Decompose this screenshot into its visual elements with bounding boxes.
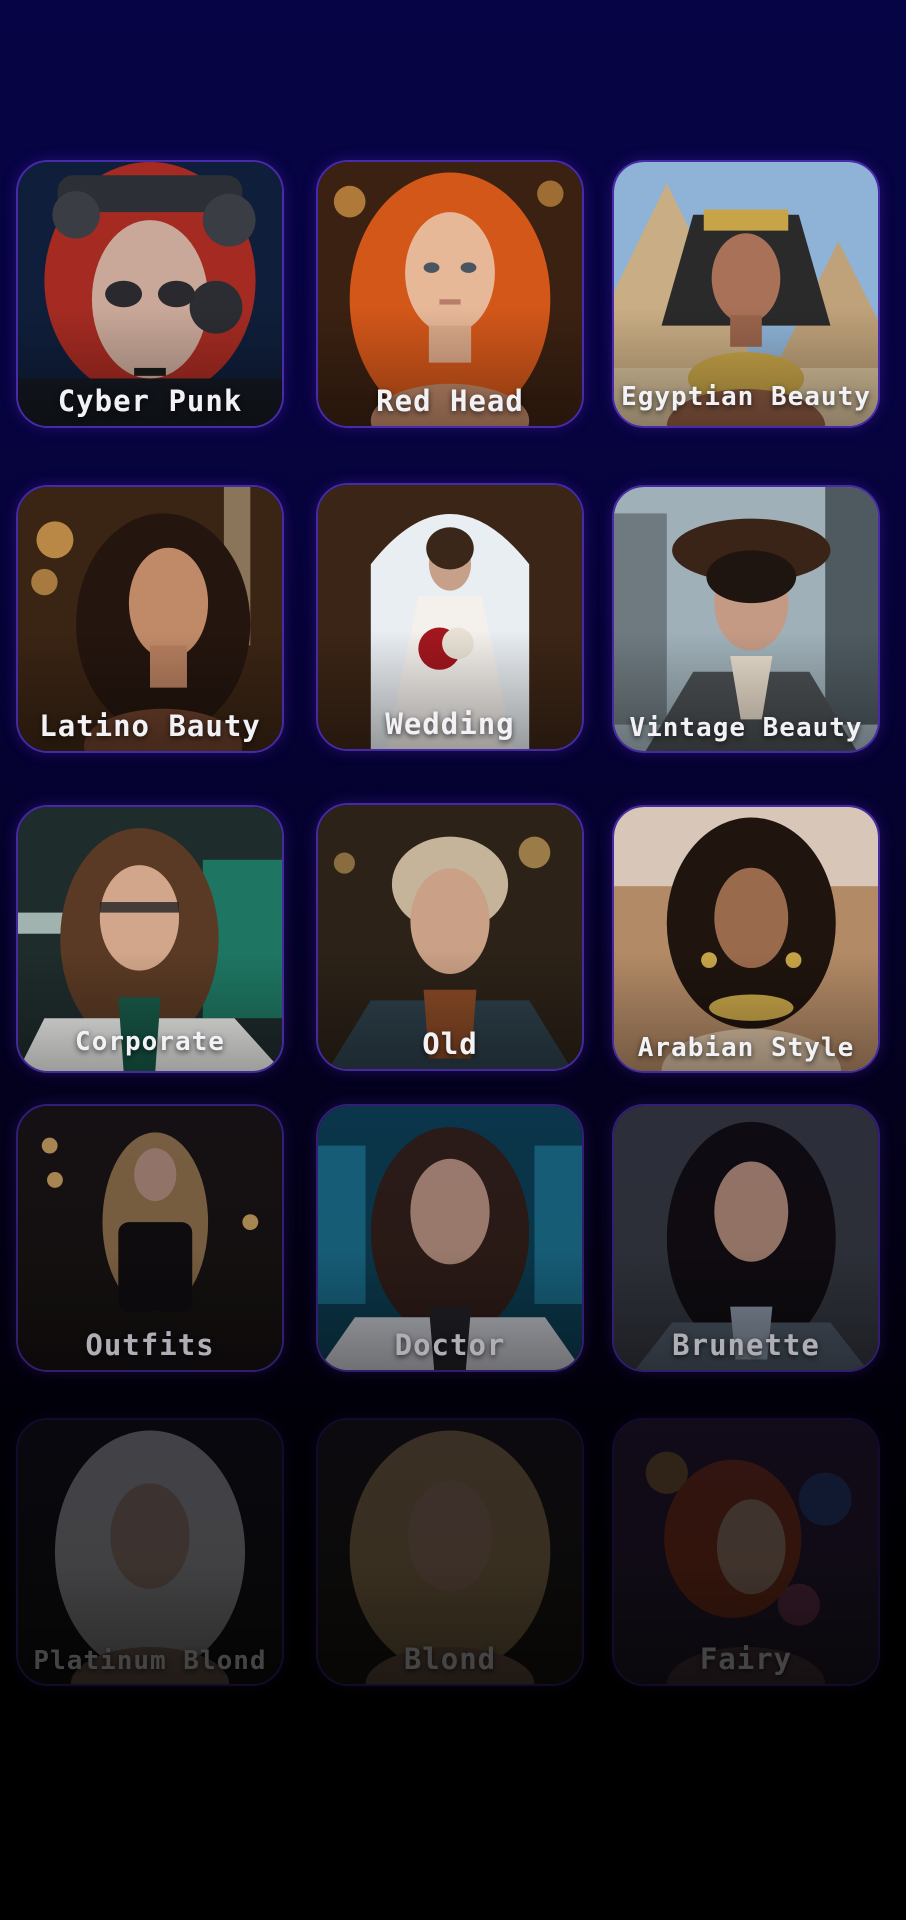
style-card-fairy[interactable]: Fairy	[612, 1418, 880, 1686]
style-label: Egyptian Beauty	[621, 382, 871, 412]
style-label: Blond	[403, 1642, 497, 1676]
style-label: Cyber Punk	[57, 384, 243, 418]
style-card-blond[interactable]: Blond	[316, 1418, 584, 1686]
style-card-platinum-blond[interactable]: Platinum Blond	[16, 1418, 284, 1686]
style-label: Outfits	[85, 1328, 215, 1362]
style-label: Arabian Style	[637, 1033, 855, 1063]
style-label: Latino Bauty	[39, 709, 261, 743]
style-card-doctor[interactable]: Doctor	[316, 1104, 584, 1372]
style-card-cyber-punk[interactable]: Cyber Punk	[16, 160, 284, 428]
style-label: Doctor	[394, 1328, 506, 1362]
style-card-egyptian-beauty[interactable]: Egyptian Beauty	[612, 160, 880, 428]
style-card-outfits[interactable]: Outfits	[16, 1104, 284, 1372]
style-card-corporate[interactable]: Corporate	[16, 805, 284, 1073]
style-card-old[interactable]: Old	[316, 803, 584, 1071]
style-card-brunette[interactable]: Brunette	[612, 1104, 880, 1372]
style-card-wedding[interactable]: Wedding	[316, 483, 584, 751]
style-label: Corporate	[75, 1027, 225, 1057]
style-label: Fairy	[699, 1642, 793, 1676]
style-label: Brunette	[672, 1328, 820, 1362]
style-label: Red Head	[376, 384, 524, 418]
style-label: Wedding	[385, 707, 515, 741]
style-label: Platinum Blond	[33, 1646, 267, 1676]
style-label: Vintage Beauty	[629, 713, 863, 743]
style-card-red-head[interactable]: Red Head	[316, 160, 584, 428]
style-card-latino-bauty[interactable]: Latino Bauty	[16, 485, 284, 753]
style-grid: Cyber Punk Red Head Egyptian Beauty Lati…	[0, 0, 906, 1920]
style-label: Old	[422, 1027, 478, 1061]
style-card-arabian-style[interactable]: Arabian Style	[612, 805, 880, 1073]
style-card-vintage-beauty[interactable]: Vintage Beauty	[612, 485, 880, 753]
